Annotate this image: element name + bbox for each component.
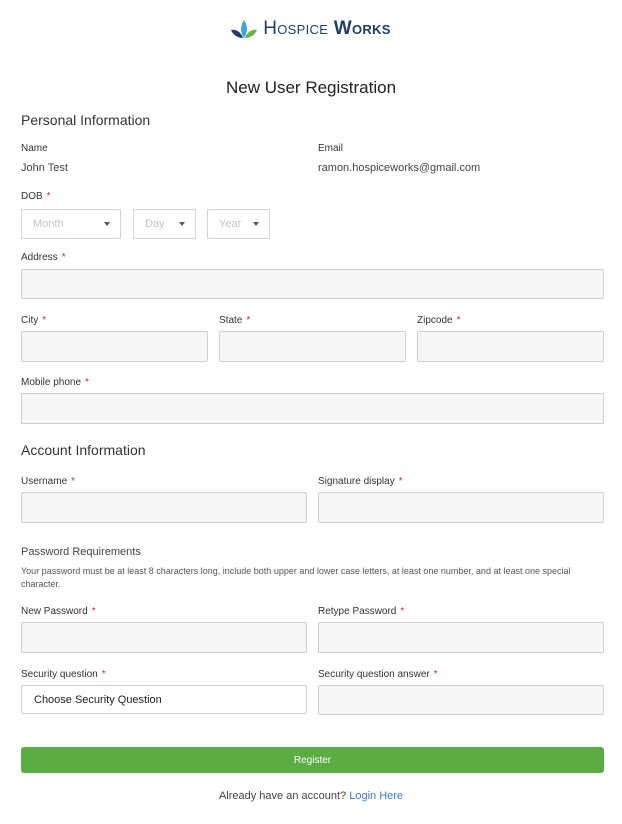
required-mark: * xyxy=(42,315,47,326)
required-mark: * xyxy=(101,669,106,680)
dob-month-placeholder: Month xyxy=(33,218,64,230)
security-answer-label-text: Security question answer xyxy=(318,669,430,680)
email-label: Email xyxy=(318,143,344,154)
address-input[interactable] xyxy=(21,269,604,299)
register-button[interactable]: Register xyxy=(21,747,604,773)
security-answer-input[interactable] xyxy=(318,685,604,715)
required-mark: * xyxy=(400,606,405,617)
name-value: John Test xyxy=(21,162,68,174)
required-mark: * xyxy=(46,191,51,202)
required-mark: * xyxy=(61,252,66,263)
new-password-label-text: New Password xyxy=(21,606,88,617)
state-input[interactable] xyxy=(219,331,406,362)
dob-day-select[interactable]: Day xyxy=(133,209,196,239)
signature-display-input[interactable] xyxy=(318,492,604,523)
chevron-down-icon xyxy=(253,222,259,226)
password-requirements-text: Your password must be at least 8 charact… xyxy=(21,566,571,589)
zipcode-input[interactable] xyxy=(417,331,604,362)
new-password-input[interactable] xyxy=(21,622,307,653)
address-label: Address * xyxy=(21,252,66,263)
retype-password-label: Retype Password * xyxy=(318,606,404,617)
required-mark: * xyxy=(456,315,461,326)
required-mark: * xyxy=(71,476,76,487)
dob-year-placeholder: Year xyxy=(219,218,242,230)
zipcode-label: Zipcode * xyxy=(417,315,460,326)
security-question-label: Security question * xyxy=(21,669,106,680)
signature-label-text: Signature display xyxy=(318,476,395,487)
city-label-text: City xyxy=(21,315,39,326)
required-mark: * xyxy=(433,669,438,680)
name-label: Name xyxy=(21,143,48,154)
chevron-down-icon xyxy=(179,222,185,226)
brand-name-part2: Works xyxy=(333,18,391,39)
login-prompt-text: Already have an account? xyxy=(218,790,347,802)
brand-name-part1: Hospice xyxy=(263,18,329,39)
account-info-heading: Account Information xyxy=(21,442,146,458)
email-value: ramon.hospiceworks@gmail.com xyxy=(318,162,481,174)
security-question-label-text: Security question xyxy=(21,669,98,680)
chevron-down-icon xyxy=(104,222,110,226)
login-prompt: Already have an account? Login Here xyxy=(0,790,622,802)
zipcode-label-text: Zipcode xyxy=(417,315,453,326)
retype-password-input[interactable] xyxy=(318,622,604,653)
required-mark: * xyxy=(91,606,96,617)
username-label-text: Username xyxy=(21,476,68,487)
personal-info-heading: Personal Information xyxy=(21,112,151,128)
required-mark: * xyxy=(85,377,89,388)
password-requirements-heading: Password Requirements xyxy=(21,546,141,558)
new-password-label: New Password * xyxy=(21,606,96,617)
leaf-logo-icon xyxy=(231,20,258,38)
login-here-link[interactable]: Login Here xyxy=(349,790,403,802)
retype-password-label-text: Retype Password xyxy=(318,606,397,617)
brand-logo: Hospice Works xyxy=(0,14,622,44)
address-label-text: Address xyxy=(21,252,58,263)
dob-year-select[interactable]: Year xyxy=(207,209,270,239)
city-label: City * xyxy=(21,315,46,326)
dob-day-placeholder: Day xyxy=(145,218,165,230)
state-label-text: State xyxy=(219,315,243,326)
username-input[interactable] xyxy=(21,492,307,523)
mobile-label-text: Mobile phone xyxy=(21,377,82,388)
required-mark: * xyxy=(398,476,403,487)
dob-month-select[interactable]: Month xyxy=(21,209,121,239)
username-label: Username * xyxy=(21,476,75,487)
state-label: State * xyxy=(219,315,250,326)
city-input[interactable] xyxy=(21,331,208,362)
security-question-select[interactable]: Choose Security Question xyxy=(21,685,307,714)
mobile-phone-input[interactable] xyxy=(21,393,604,424)
dob-label-text: DOB xyxy=(21,191,43,202)
signature-label: Signature display * xyxy=(318,476,403,487)
security-answer-label: Security question answer * xyxy=(318,669,438,680)
dob-label: DOB * xyxy=(21,191,51,202)
page-title: New User Registration xyxy=(225,78,397,97)
mobile-label: Mobile phone * xyxy=(21,377,89,388)
brand-name: Hospice Works xyxy=(263,18,391,40)
required-mark: * xyxy=(246,315,251,326)
